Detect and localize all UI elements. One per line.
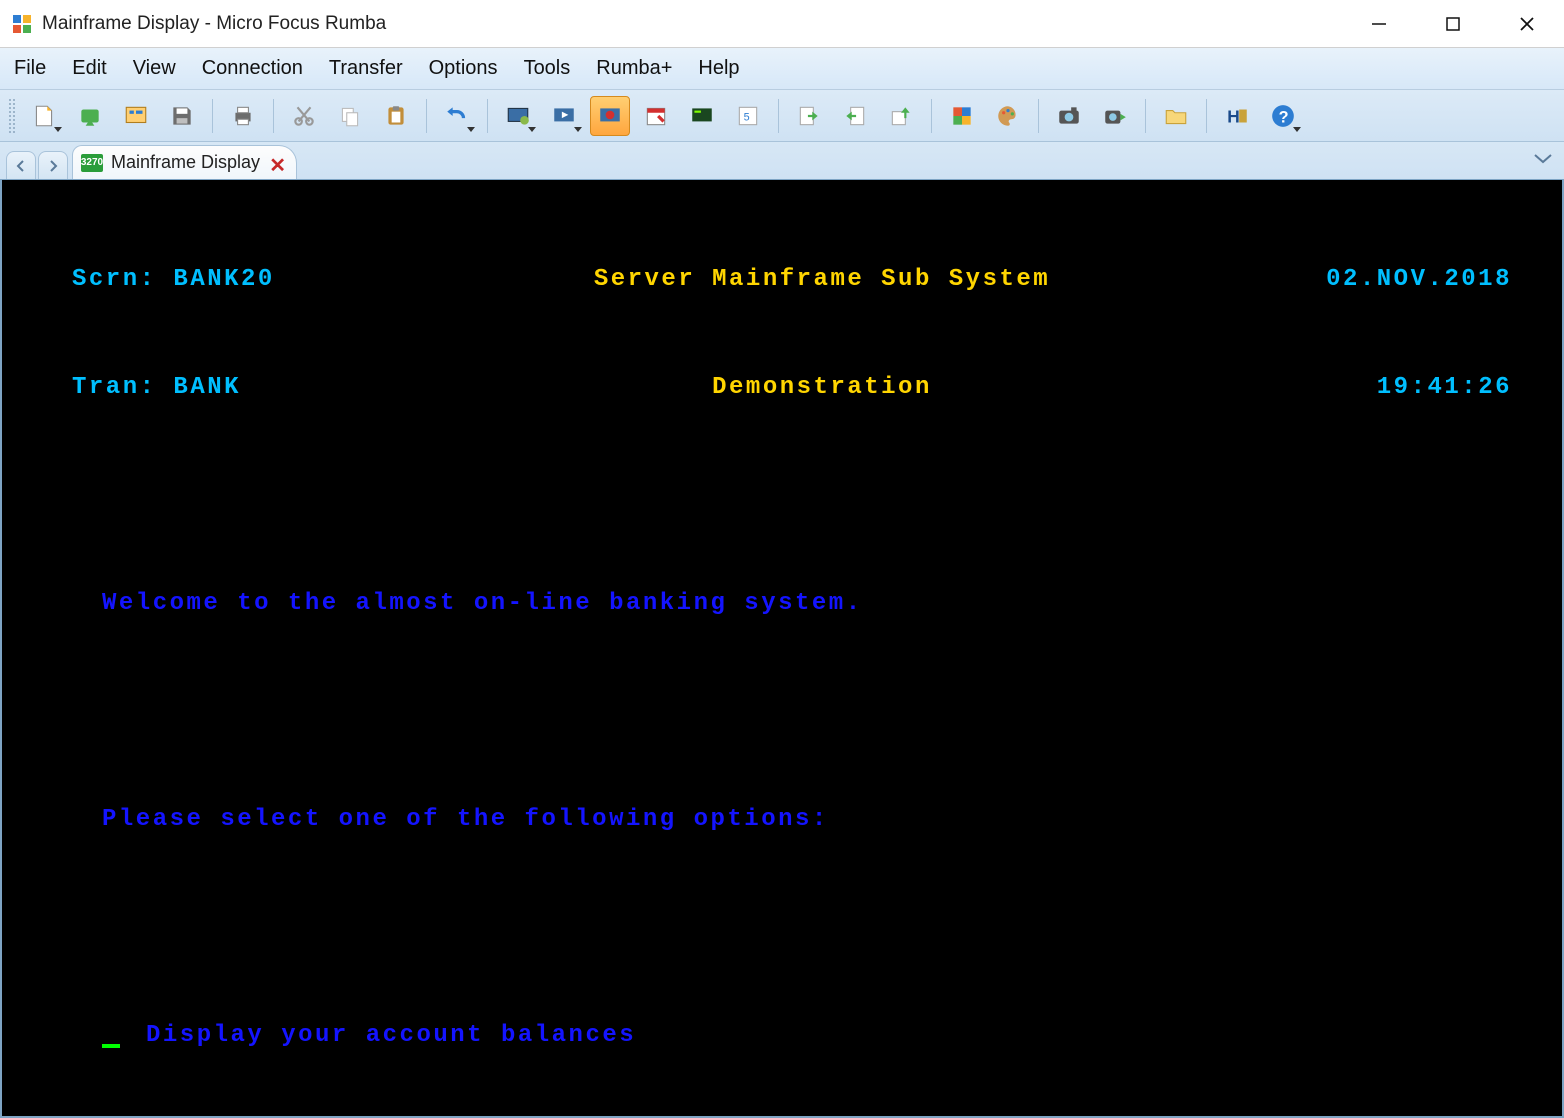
menu-tools[interactable]: Tools bbox=[524, 57, 571, 80]
screen-time: 19:41:26 bbox=[1272, 370, 1552, 406]
maximize-button[interactable] bbox=[1416, 0, 1490, 47]
folder-open-button[interactable] bbox=[1156, 96, 1196, 136]
tab-label: Mainframe Display bbox=[111, 152, 260, 173]
import-button[interactable] bbox=[789, 96, 829, 136]
color-map-button[interactable] bbox=[942, 96, 982, 136]
window-controls bbox=[1342, 0, 1564, 47]
history-button[interactable]: H bbox=[1217, 96, 1257, 136]
record-macro-button[interactable] bbox=[590, 96, 630, 136]
svg-text:?: ? bbox=[1279, 108, 1289, 126]
session-settings-button[interactable] bbox=[116, 96, 156, 136]
copy-button[interactable] bbox=[330, 96, 370, 136]
tab-close-button[interactable]: ✕ bbox=[269, 153, 286, 178]
keypad-button[interactable]: 5 bbox=[728, 96, 768, 136]
minimize-button[interactable] bbox=[1342, 0, 1416, 47]
close-button[interactable] bbox=[1490, 0, 1564, 47]
new-document-button[interactable] bbox=[24, 96, 64, 136]
save-button[interactable] bbox=[162, 96, 202, 136]
menu-rumba-plus[interactable]: Rumba+ bbox=[596, 57, 672, 80]
window-title: Mainframe Display - Micro Focus Rumba bbox=[42, 13, 1342, 35]
help-button[interactable]: ? bbox=[1263, 96, 1303, 136]
tab-nav-next[interactable] bbox=[38, 151, 68, 179]
scrn-label: Scrn: bbox=[72, 266, 157, 293]
menu-connection[interactable]: Connection bbox=[202, 57, 303, 80]
calendar-macro-button[interactable] bbox=[636, 96, 676, 136]
print-button[interactable] bbox=[223, 96, 263, 136]
paste-button[interactable] bbox=[376, 96, 416, 136]
menu-file[interactable]: File bbox=[14, 57, 46, 80]
svg-text:5: 5 bbox=[744, 111, 750, 123]
menu-help[interactable]: Help bbox=[698, 57, 739, 80]
session-tab[interactable]: 3270 Mainframe Display ✕ bbox=[72, 145, 297, 179]
export-button[interactable] bbox=[835, 96, 875, 136]
menubar: File Edit View Connection Transfer Optio… bbox=[0, 48, 1564, 90]
option-cursor[interactable] bbox=[102, 1044, 120, 1048]
toolbar: 5 H ? bbox=[0, 90, 1564, 142]
tran-label: Tran: bbox=[72, 374, 157, 401]
macro-run-button[interactable] bbox=[544, 96, 584, 136]
camera-send-button[interactable] bbox=[1095, 96, 1135, 136]
prompt-text: Please select one of the following optio… bbox=[12, 802, 1552, 838]
screen-title-1: Server Mainframe Sub System bbox=[372, 262, 1272, 298]
undo-button[interactable] bbox=[437, 96, 477, 136]
tab-nav-prev[interactable] bbox=[6, 151, 36, 179]
camera-capture-button[interactable] bbox=[1049, 96, 1089, 136]
app-window: Mainframe Display - Micro Focus Rumba Fi… bbox=[0, 0, 1564, 1118]
terminal-screen[interactable]: Scrn: BANK20 Server Mainframe Sub System… bbox=[0, 180, 1564, 1118]
menu-options[interactable]: Options bbox=[429, 57, 498, 80]
menu-transfer[interactable]: Transfer bbox=[329, 57, 403, 80]
menu-edit[interactable]: Edit bbox=[72, 57, 106, 80]
menu-view[interactable]: View bbox=[133, 57, 176, 80]
send-up-button[interactable] bbox=[881, 96, 921, 136]
toolbar-gripper[interactable] bbox=[8, 98, 16, 134]
option-row: Display your account balances bbox=[12, 1018, 1552, 1054]
screen-settings-button[interactable] bbox=[498, 96, 538, 136]
tabstrip: 3270 Mainframe Display ✕ bbox=[0, 142, 1564, 180]
display-settings-button[interactable] bbox=[682, 96, 722, 136]
option-label: Display your account balances bbox=[146, 1018, 636, 1054]
svg-text:H: H bbox=[1227, 106, 1240, 126]
titlebar: Mainframe Display - Micro Focus Rumba bbox=[0, 0, 1564, 48]
scrn-value: BANK20 bbox=[173, 266, 274, 293]
welcome-text: Welcome to the almost on-line banking sy… bbox=[12, 586, 1552, 622]
screen-date: 02.NOV.2018 bbox=[1272, 262, 1552, 298]
tran-value: BANK bbox=[173, 374, 241, 401]
connect-button[interactable] bbox=[70, 96, 110, 136]
tab-badge-icon: 3270 bbox=[81, 154, 103, 172]
app-icon bbox=[10, 12, 34, 36]
tab-overflow-icon[interactable] bbox=[1532, 147, 1554, 169]
paint-palette-button[interactable] bbox=[988, 96, 1028, 136]
screen-title-2: Demonstration bbox=[372, 370, 1272, 406]
cut-button[interactable] bbox=[284, 96, 324, 136]
